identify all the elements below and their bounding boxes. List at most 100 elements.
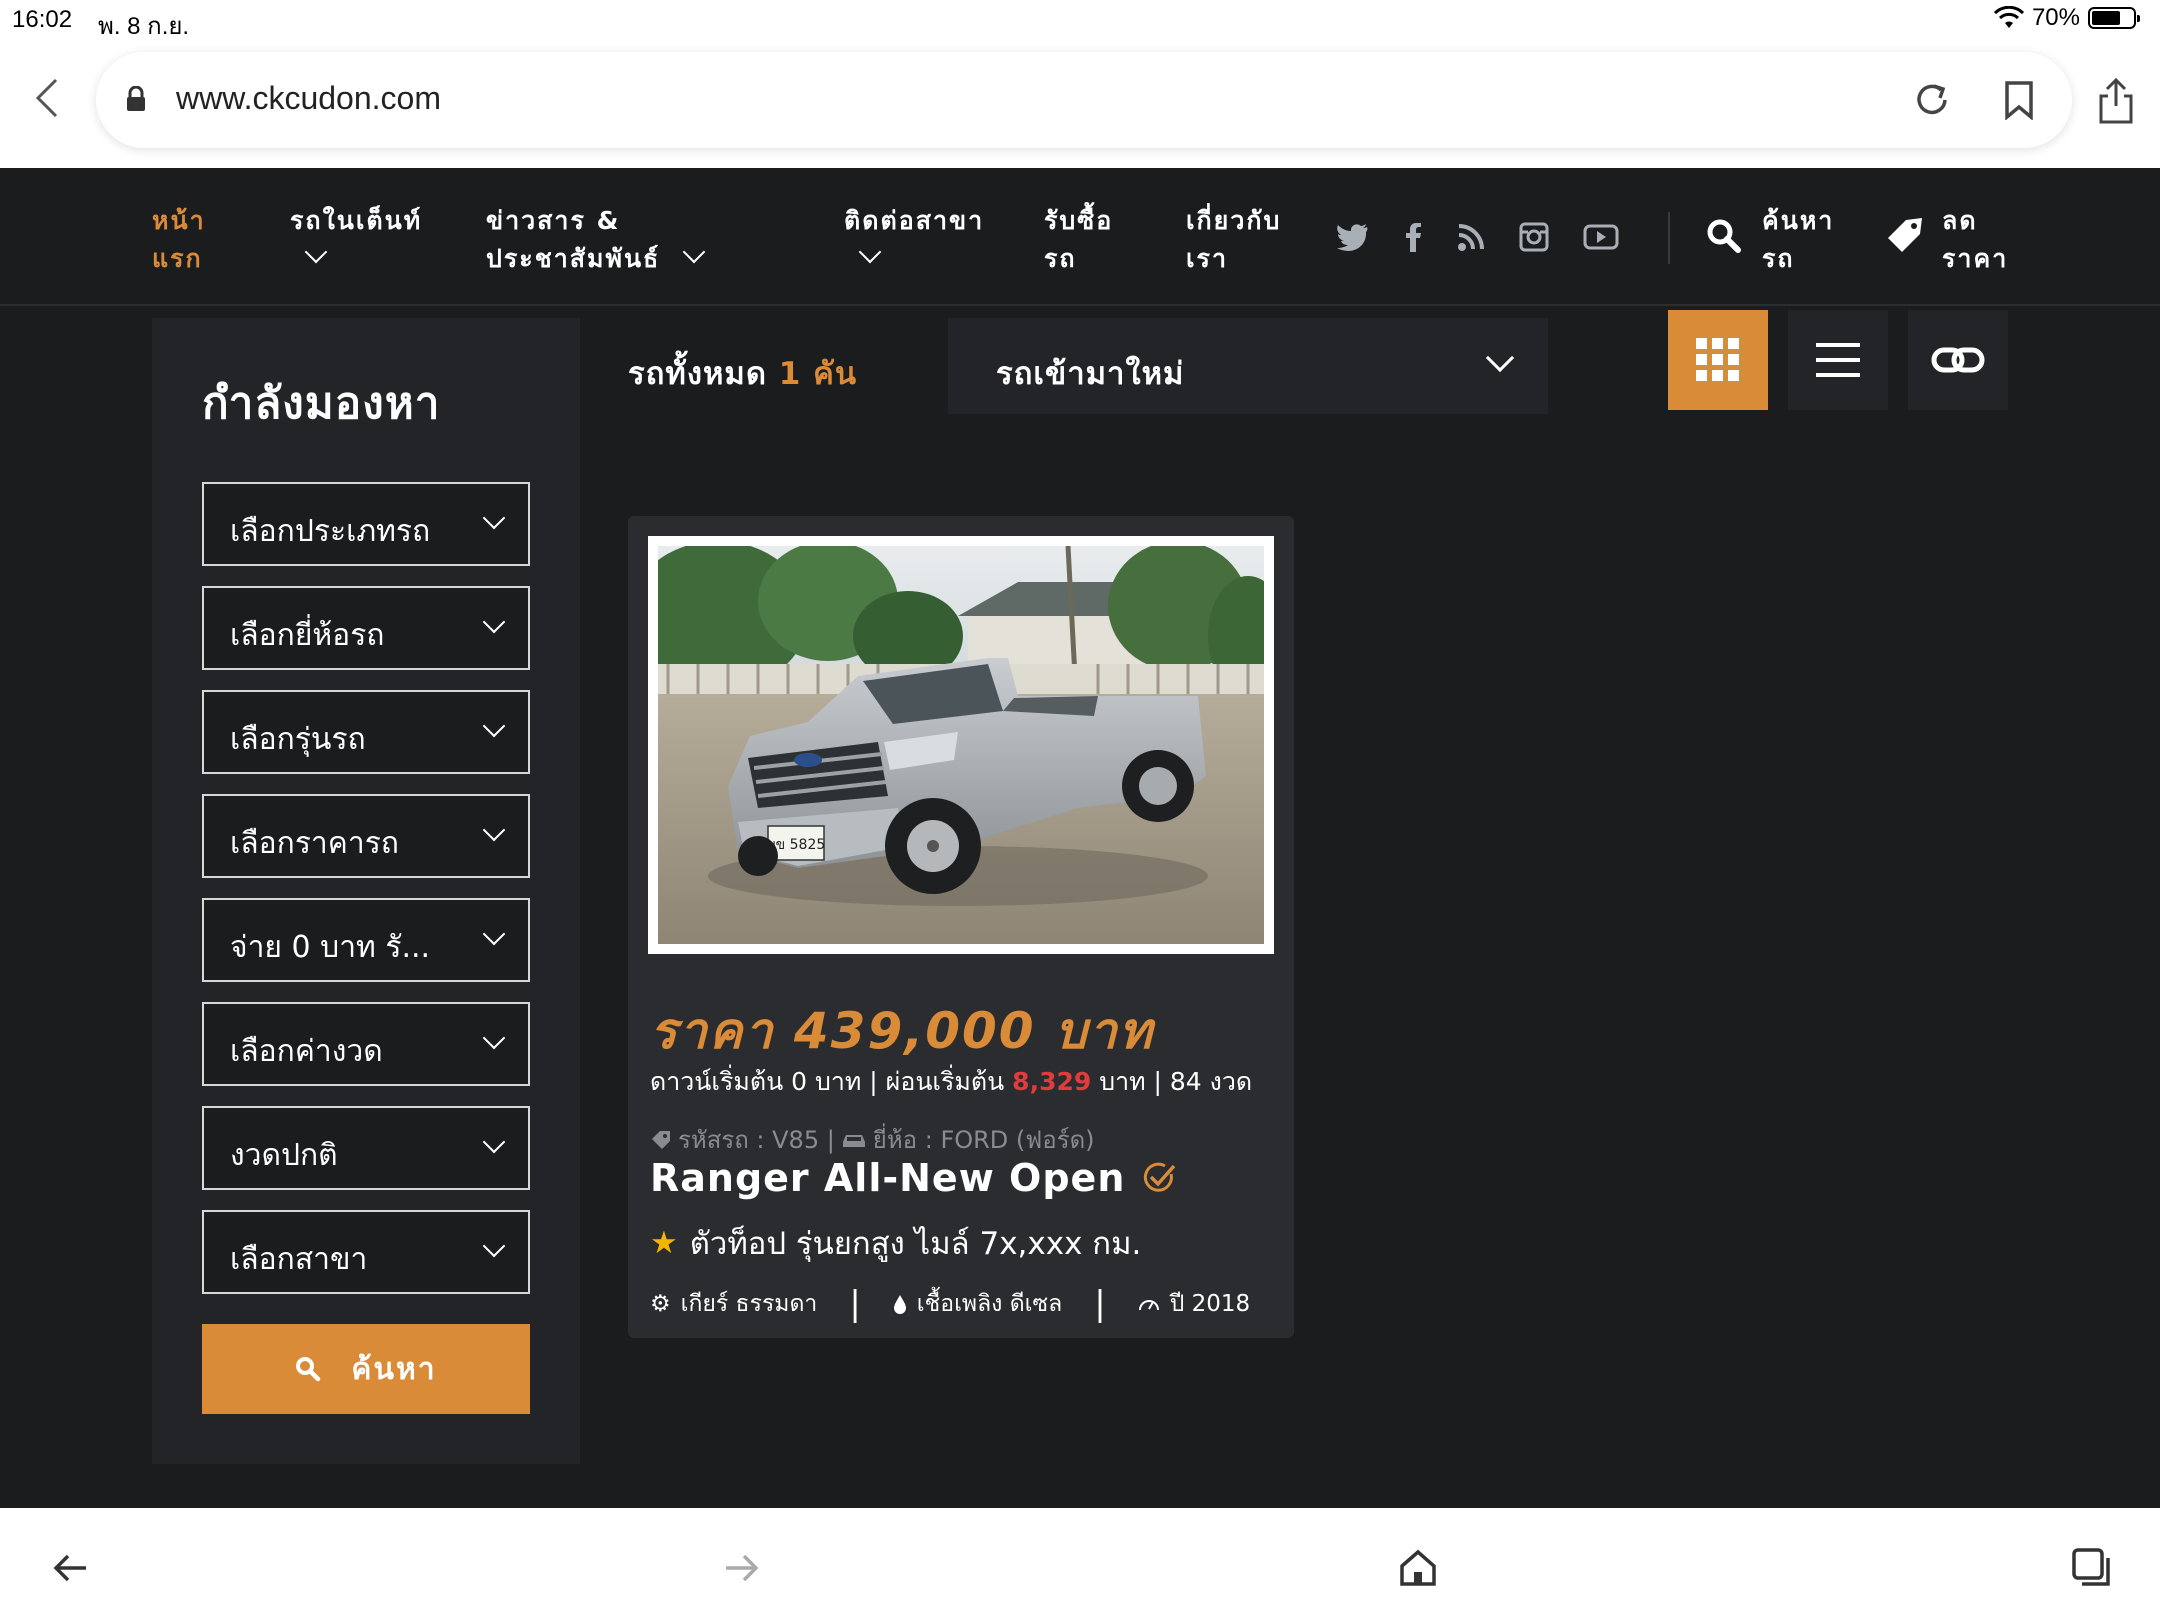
list-view-button[interactable]: [1788, 310, 1888, 410]
car-photo[interactable]: บข 5825: [648, 536, 1274, 954]
nav-news[interactable]: ข่าวสาร & ประชาสัมพันธ์: [486, 202, 660, 278]
search-icon[interactable]: [1706, 218, 1742, 254]
sort-select-value: รถเข้ามาใหม่: [996, 356, 1185, 392]
filter-label: เลือกประเภทรถ: [230, 514, 431, 549]
spec-gear: เกียร์ ธรรมดา: [680, 1291, 818, 1317]
chevron-down-icon: [1485, 343, 1515, 373]
car-specs: ⚙ เกียร์ ธรรมดา | เชื้อเพลิง ดีเซล | ปี …: [650, 1284, 1250, 1324]
filter-price[interactable]: เลือกราคารถ: [202, 794, 530, 878]
star-icon: ★: [650, 1225, 678, 1261]
grid-view-button[interactable]: [1668, 310, 1768, 410]
tag-icon[interactable]: [1884, 214, 1926, 256]
wifi-icon: [1993, 6, 2024, 28]
car-title[interactable]: Ranger All-New Open: [650, 1156, 1177, 1200]
back-chevron-icon[interactable]: [30, 76, 64, 120]
car-icon: [842, 1134, 865, 1147]
nav-discount[interactable]: ลด ราคา: [1942, 202, 2008, 278]
results-count-number: 1: [778, 356, 802, 392]
car-finance: ดาวน์เริ่มต้น 0 บาท | ผ่อนเริ่มต้น 8,329…: [650, 1062, 1252, 1102]
chevron-down-icon: [482, 1130, 506, 1154]
tag-icon: [652, 1130, 670, 1149]
twitter-icon[interactable]: [1334, 220, 1370, 254]
spec-separator: |: [849, 1284, 861, 1324]
sidebar-search-button[interactable]: ค้นหา: [202, 1324, 530, 1414]
youtube-icon[interactable]: [1582, 220, 1620, 254]
car-title-text[interactable]: Ranger All-New Open: [650, 1156, 1125, 1200]
url-text[interactable]: www.ckcudon.com: [176, 80, 441, 117]
finance-prefix: ดาวน์เริ่มต้น 0 บาท | ผ่อนเริ่มต้น: [650, 1067, 1005, 1096]
car-subtitle-text: ตัวท็อป รุ่นยกสูง ไมล์ 7x,xxx กม.: [689, 1226, 1142, 1262]
filter-label: งวดปกติ: [230, 1138, 338, 1173]
spec-separator: |: [1094, 1284, 1106, 1324]
filter-label: จ่าย 0 บาท รั...: [230, 930, 431, 965]
nav-about[interactable]: เกี่ยวกับ เรา: [1186, 202, 1281, 278]
reload-icon[interactable]: [1912, 80, 1952, 120]
search-sidebar: กำลังมองหา เลือกประเภทรถ เลือกยี่ห้อรถ เ…: [152, 318, 580, 1464]
results-count-prefix: รถทั้งหมด: [628, 356, 767, 392]
car-brand: ยี่ห้อ : FORD (ฟอร์ด): [872, 1126, 1095, 1154]
car-subtitle: ★ ตัวท็อป รุ่นยกสูง ไมล์ 7x,xxx กม.: [650, 1218, 1141, 1268]
car-meta: รหัสรถ : V85 | ยี่ห้อ : FORD (ฟอร์ด): [650, 1120, 1095, 1159]
chevron-down-icon: [304, 240, 328, 264]
filter-model[interactable]: เลือกรุ่นรถ: [202, 690, 530, 774]
battery-percent: 70%: [2031, 4, 2080, 31]
forward-arrow-icon[interactable]: [720, 1546, 764, 1590]
battery-icon: [2088, 7, 2140, 29]
link-view-button[interactable]: [1908, 310, 2008, 410]
gear-icon: ⚙: [650, 1291, 671, 1317]
browser-toolbar: www.ckcudon.com: [0, 40, 2160, 168]
chevron-down-icon: [482, 506, 506, 530]
status-right: 70%: [1993, 4, 2140, 32]
nav-home-label: หน้า แรก: [152, 206, 206, 273]
fuel-drop-icon: [893, 1295, 906, 1314]
nav-contact-label: ติดต่อสาขา: [844, 206, 985, 235]
finance-suffix: บาท | 84 งวด: [1099, 1067, 1253, 1096]
home-icon[interactable]: [1396, 1546, 1440, 1590]
sort-select[interactable]: รถเข้ามาใหม่: [948, 318, 1548, 414]
chevron-down-icon: [482, 610, 506, 634]
chevron-down-icon: [858, 240, 882, 264]
link-icon: [1931, 347, 1985, 373]
site-navbar: หน้า แรก รถในเต็นท์ ข่าวสาร & ประชาสัมพั…: [0, 168, 2160, 306]
filter-label: เลือกค่างวด: [230, 1034, 383, 1069]
chevron-down-icon: [682, 240, 706, 264]
filter-label: เลือกรุ่นรถ: [230, 722, 366, 757]
address-bar[interactable]: www.ckcudon.com: [96, 52, 2072, 148]
results-count-suffix: คัน: [813, 356, 858, 392]
car-card[interactable]: บข 5825 ราคา 439,000 บาท ดาวน์เริ่มต้น 0…: [628, 516, 1294, 1338]
nav-home[interactable]: หน้า แรก: [152, 202, 206, 278]
grid-icon: [1696, 338, 1739, 381]
nav-contact[interactable]: ติดต่อสาขา: [844, 202, 984, 240]
rss-icon[interactable]: [1454, 220, 1490, 254]
tabs-icon[interactable]: [2070, 1546, 2114, 1590]
nav-divider: [1668, 212, 1670, 264]
filter-label: เลือกยี่ห้อรถ: [230, 618, 385, 653]
nav-tent-cars[interactable]: รถในเต็นท์: [290, 202, 422, 240]
status-time: 16:02: [12, 6, 73, 33]
car-code: รหัสรถ : V85 |: [678, 1126, 835, 1154]
filter-branch[interactable]: เลือกสาขา: [202, 1210, 530, 1294]
filter-down-payment[interactable]: จ่าย 0 บาท รั...: [202, 898, 530, 982]
speedometer-icon: [1138, 1300, 1159, 1311]
filter-brand[interactable]: เลือกยี่ห้อรถ: [202, 586, 530, 670]
filter-installment[interactable]: เลือกค่างวด: [202, 1002, 530, 1086]
nav-discount-label: ลด ราคา: [1942, 206, 2009, 273]
bookmark-icon[interactable]: [2002, 80, 2036, 120]
search-icon: [296, 1357, 321, 1382]
nav-buy[interactable]: รับซื้อ รถ: [1044, 202, 1113, 278]
filter-label: เลือกราคารถ: [230, 826, 399, 861]
facebook-icon[interactable]: [1396, 220, 1432, 254]
nav-buy-label: รับซื้อ รถ: [1044, 206, 1114, 273]
nav-search-label: ค้นหา รถ: [1762, 206, 1835, 273]
instagram-icon[interactable]: [1516, 220, 1552, 254]
share-icon[interactable]: [2096, 76, 2136, 126]
status-bar: 16:02 พ. 8 ก.ย. 70%: [0, 0, 2160, 40]
back-arrow-icon[interactable]: [48, 1546, 92, 1590]
results-count: รถทั้งหมด 1 คัน: [628, 348, 857, 398]
filter-installment-type[interactable]: งวดปกติ: [202, 1106, 530, 1190]
chevron-down-icon: [482, 1234, 506, 1258]
nav-search[interactable]: ค้นหา รถ: [1762, 202, 1834, 278]
chevron-down-icon: [482, 1026, 506, 1050]
filter-label: เลือกสาขา: [230, 1242, 368, 1277]
filter-car-type[interactable]: เลือกประเภทรถ: [202, 482, 530, 566]
